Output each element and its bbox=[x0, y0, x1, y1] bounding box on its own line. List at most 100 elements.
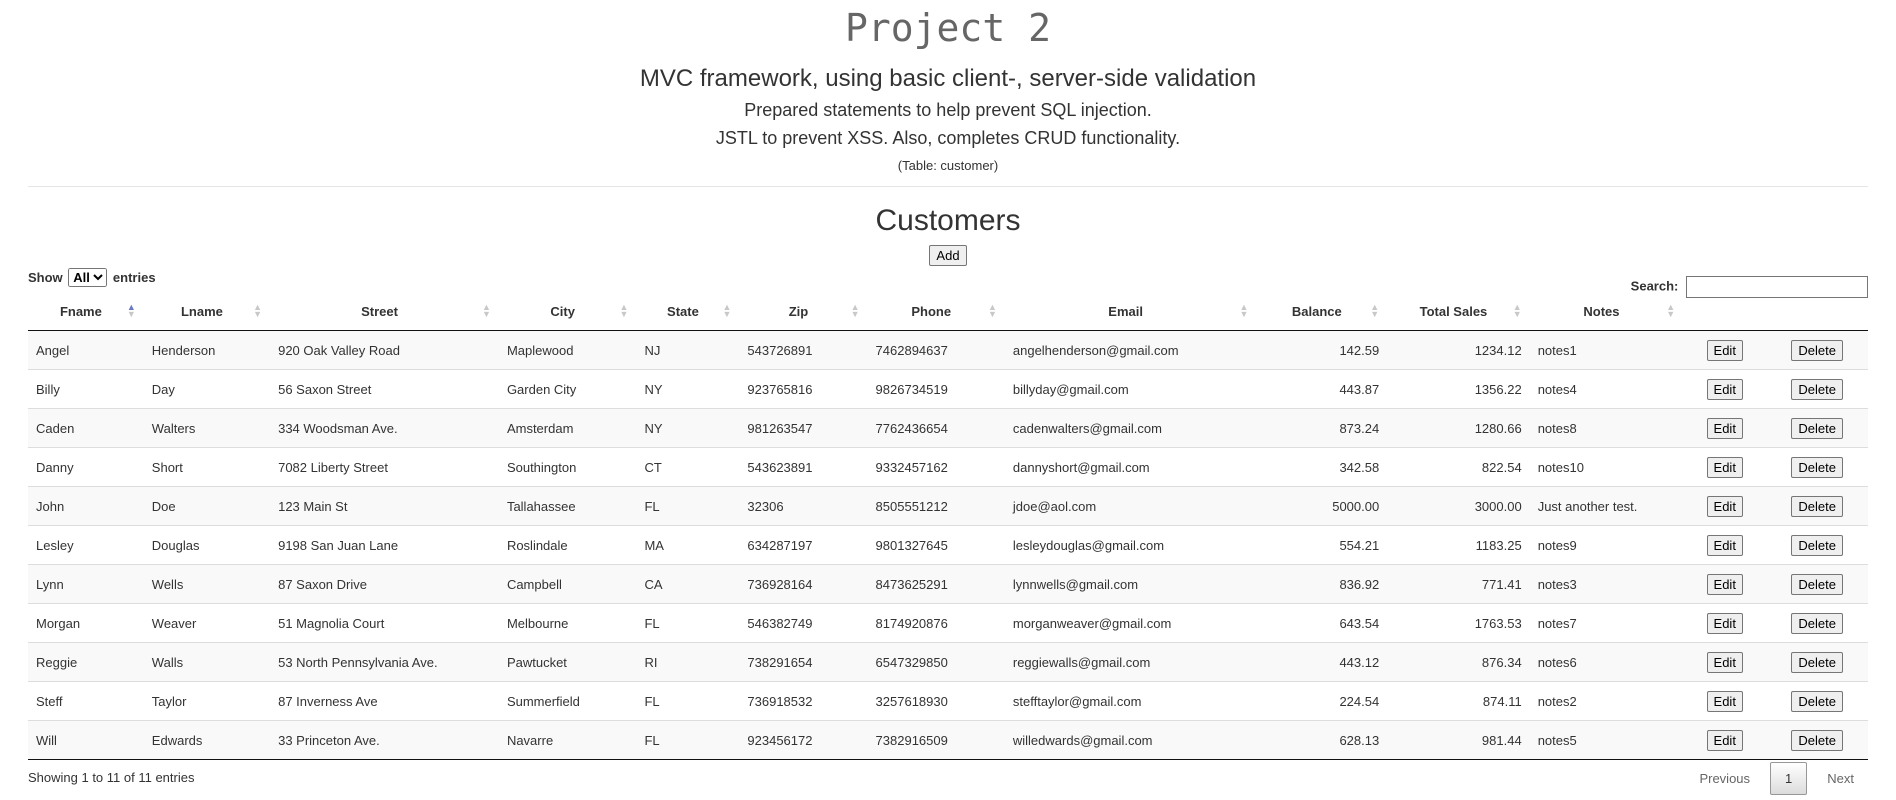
column-header-email[interactable]: Email ▲ ▼ bbox=[1004, 292, 1257, 331]
cell-email: lynnwells@gmail.com bbox=[1004, 564, 1257, 604]
show-label: Show bbox=[28, 270, 63, 285]
delete-button[interactable]: Delete bbox=[1791, 456, 1843, 478]
cell-notes: Just another test. bbox=[1529, 486, 1684, 526]
edit-button[interactable]: Edit bbox=[1706, 612, 1743, 634]
cell-balance: 5000.00 bbox=[1256, 486, 1388, 526]
column-header-label: Lname bbox=[180, 303, 223, 319]
delete-button[interactable]: Delete bbox=[1791, 651, 1843, 673]
column-header-label: State bbox=[667, 303, 699, 319]
table-row: Lynn Wells 87 Saxon Drive Campbell CA 7369281… bbox=[28, 564, 1868, 604]
cell-notes: notes2 bbox=[1529, 681, 1684, 721]
cell-city: Southington bbox=[498, 447, 637, 487]
delete-button[interactable]: Delete bbox=[1791, 339, 1843, 361]
delete-button[interactable]: Delete bbox=[1791, 573, 1843, 595]
delete-button[interactable]: Delete bbox=[1791, 417, 1843, 439]
cell-state: FL bbox=[636, 486, 740, 526]
sort-arrows-icon: ▲ ▼ bbox=[619, 302, 629, 319]
column-header-phone[interactable]: Phone ▲ ▼ bbox=[867, 292, 1005, 331]
cell-notes: notes6 bbox=[1529, 642, 1684, 682]
edit-button[interactable]: Edit bbox=[1706, 651, 1743, 673]
column-header-notes[interactable]: Notes ▲ ▼ bbox=[1529, 292, 1684, 331]
table-row: Angel Henderson 920 Oak Valley Road Maplewo… bbox=[28, 330, 1868, 370]
column-header-fname[interactable]: Fname ▲ ▼ bbox=[28, 292, 144, 331]
edit-button[interactable]: Edit bbox=[1706, 573, 1743, 595]
column-header-street[interactable]: Street ▲ ▼ bbox=[270, 292, 499, 331]
cell-street: 87 Inverness Ave bbox=[270, 681, 499, 721]
cell-city: Summerfield bbox=[498, 681, 637, 721]
cell-lname: Edwards bbox=[143, 720, 271, 760]
cell-total-sales: 981.44 bbox=[1387, 720, 1530, 760]
add-button[interactable]: Add bbox=[929, 245, 967, 266]
delete-cell: Delete bbox=[1766, 564, 1868, 604]
cell-fname: Steff bbox=[28, 681, 144, 721]
cell-street: 51 Magnolia Court bbox=[270, 603, 499, 643]
cell-lname: Douglas bbox=[143, 525, 271, 565]
cell-fname: Reggie bbox=[28, 642, 144, 682]
edit-button[interactable]: Edit bbox=[1706, 495, 1743, 517]
sort-arrows-icon: ▲ ▼ bbox=[1370, 302, 1380, 319]
cell-phone: 8505551212 bbox=[867, 486, 1005, 526]
delete-button[interactable]: Delete bbox=[1791, 690, 1843, 712]
sort-arrows-icon: ▲ ▼ bbox=[1512, 302, 1522, 319]
sort-arrows-icon: ▲ ▼ bbox=[722, 302, 732, 319]
table-row: Will Edwards 33 Princeton Ave. Navarre FL 923… bbox=[28, 720, 1868, 760]
cell-total-sales: 1280.66 bbox=[1387, 408, 1530, 448]
table-row: Reggie Walls 53 North Pennsylvania Ave. Paw… bbox=[28, 642, 1868, 682]
edit-button[interactable]: Edit bbox=[1706, 729, 1743, 751]
cell-notes: notes10 bbox=[1529, 447, 1684, 487]
edit-button[interactable]: Edit bbox=[1706, 378, 1743, 400]
column-header-label: Total Sales bbox=[1419, 303, 1488, 319]
column-header-label: Fname bbox=[59, 303, 102, 319]
cell-email: angelhenderson@gmail.com bbox=[1012, 342, 1179, 358]
previous-button[interactable]: Previous bbox=[1685, 763, 1764, 794]
delete-button[interactable]: Delete bbox=[1791, 729, 1843, 751]
sort-arrows-icon: ▲ ▼ bbox=[1239, 302, 1249, 319]
cell-balance: 643.54 bbox=[1256, 603, 1388, 643]
column-header-total-sales[interactable]: Total Sales ▲ ▼ bbox=[1387, 292, 1530, 331]
table-row: Danny Short 7082 Liberty Street Southington… bbox=[28, 447, 1868, 487]
page-button-current[interactable]: 1 bbox=[1770, 762, 1808, 795]
delete-button[interactable]: Delete bbox=[1791, 534, 1843, 556]
cell-state: MA bbox=[636, 525, 740, 565]
description-line-1: Prepared statements to help prevent SQL … bbox=[744, 100, 1152, 120]
next-button[interactable]: Next bbox=[1813, 763, 1868, 794]
cell-state: FL bbox=[636, 720, 740, 760]
column-header-label: Balance bbox=[1291, 303, 1342, 319]
column-header-city[interactable]: City ▲ ▼ bbox=[498, 292, 637, 331]
cell-lname: Taylor bbox=[143, 681, 271, 721]
table-name-note: (Table: customer) bbox=[897, 158, 999, 173]
cell-fname: Angel bbox=[36, 342, 70, 358]
column-header-label: Zip bbox=[788, 303, 809, 319]
cell-balance: 554.21 bbox=[1256, 525, 1388, 565]
column-header-lname[interactable]: Lname ▲ ▼ bbox=[143, 292, 271, 331]
entries-select[interactable]: All bbox=[68, 268, 108, 287]
cell-city: Pawtucket bbox=[498, 642, 637, 682]
cell-total-sales: 771.41 bbox=[1387, 564, 1530, 604]
cell-balance: 224.54 bbox=[1256, 681, 1388, 721]
column-header-zip[interactable]: Zip ▲ ▼ bbox=[739, 292, 868, 331]
edit-button[interactable]: Edit bbox=[1706, 690, 1743, 712]
sort-arrows-icon: ▲ ▼ bbox=[482, 302, 491, 319]
table-row: Billy Day 56 Saxon Street Garden City NY 9237… bbox=[28, 369, 1868, 409]
cell-notes: notes7 bbox=[1529, 603, 1684, 643]
cell-total-sales: 876.34 bbox=[1387, 642, 1530, 682]
edit-button[interactable]: Edit bbox=[1706, 534, 1743, 556]
header-divider bbox=[28, 186, 1868, 187]
delete-cell: Delete bbox=[1766, 486, 1868, 526]
cell-fname: Caden bbox=[28, 408, 144, 448]
delete-cell: Delete bbox=[1766, 603, 1868, 643]
edit-button[interactable]: Edit bbox=[1706, 339, 1743, 361]
edit-button[interactable]: Edit bbox=[1706, 456, 1743, 478]
cell-phone: 7382916509 bbox=[867, 720, 1005, 760]
delete-button[interactable]: Delete bbox=[1791, 378, 1843, 400]
table-row: Caden Walters 334 Woodsman Ave. Amsterdam NY… bbox=[28, 408, 1868, 448]
delete-button[interactable]: Delete bbox=[1791, 495, 1843, 517]
column-header-state[interactable]: State ▲ ▼ bbox=[636, 292, 740, 331]
cell-city: Maplewood bbox=[506, 342, 574, 358]
cell-notes: notes9 bbox=[1529, 525, 1684, 565]
cell-zip: 923765816 bbox=[739, 369, 868, 409]
column-header-balance[interactable]: Balance ▲ ▼ bbox=[1256, 292, 1388, 331]
cell-street: 920 Oak Valley Road bbox=[278, 342, 400, 358]
edit-button[interactable]: Edit bbox=[1706, 417, 1743, 439]
delete-button[interactable]: Delete bbox=[1791, 612, 1843, 634]
